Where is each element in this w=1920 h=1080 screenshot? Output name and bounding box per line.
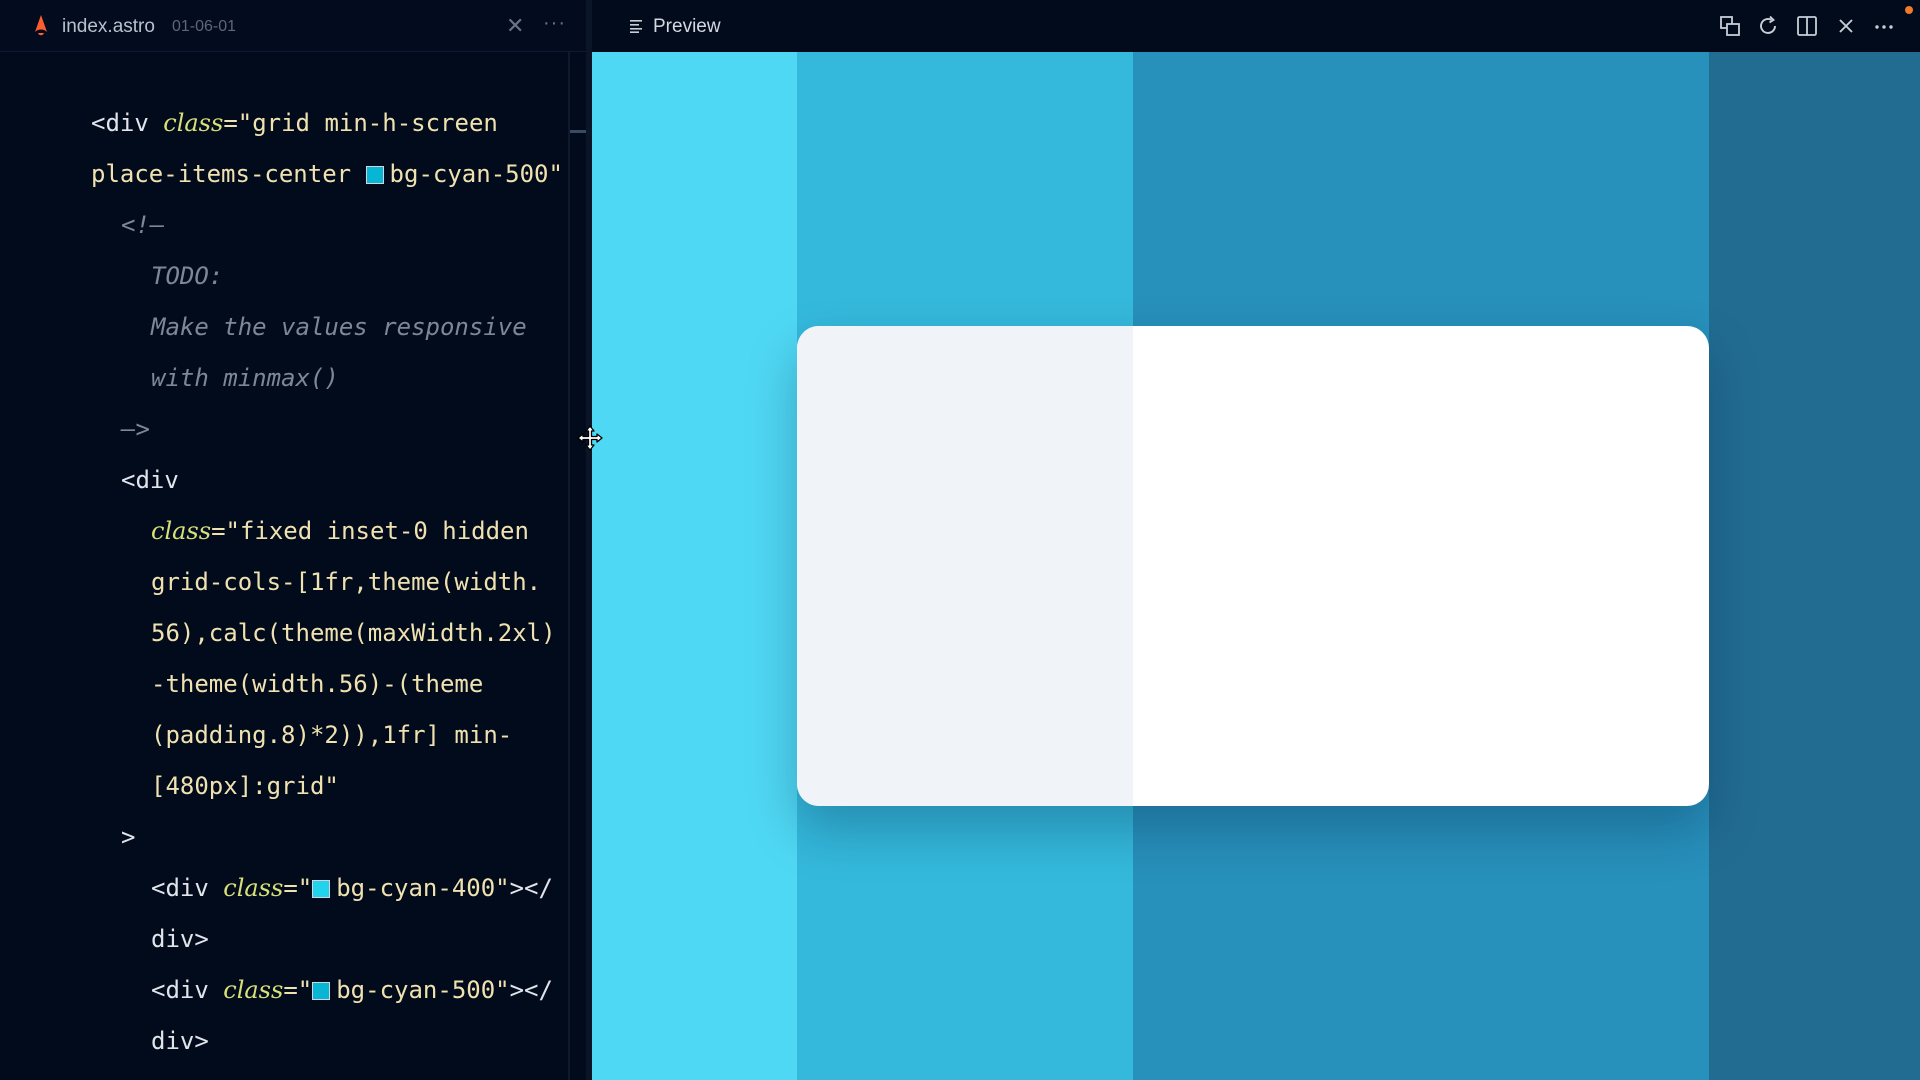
code-line[interactable]: <div class=" bg-cyan-400"></ xyxy=(151,863,553,914)
code-token: class xyxy=(151,517,212,545)
code-token: class xyxy=(223,874,284,902)
close-icon[interactable] xyxy=(1834,14,1858,38)
color-swatch xyxy=(312,880,331,898)
code-token: <div xyxy=(151,976,224,1004)
editor-tab-bar: index.astro 01-06-01 ✕ ··· xyxy=(0,0,590,52)
notification-dot xyxy=(1905,6,1913,14)
code-area[interactable]: <div class="grid min-h-screen place-items… xyxy=(0,52,570,1080)
code-token: -theme(width.56)-(theme xyxy=(151,670,484,698)
preview-toolbar: Preview xyxy=(592,0,1920,52)
tab-meta: 01-06-01 xyxy=(172,18,237,35)
code-token: ="fixed inset-0 hidden xyxy=(211,517,529,545)
split-view-icon[interactable] xyxy=(1795,14,1819,38)
code-token: bg-cyan-500" xyxy=(389,160,563,188)
code-token: —> xyxy=(121,415,150,443)
preview-pane: Preview xyxy=(592,0,1920,1080)
code-line[interactable]: -theme(width.56)-(theme xyxy=(151,659,483,710)
code-line[interactable]: <div class=" bg-cyan-500"></ xyxy=(151,965,553,1016)
code-line[interactable]: <div class="grid min-h-screen xyxy=(91,98,498,149)
column-cyan-400 xyxy=(592,52,797,1080)
code-line[interactable]: with minmax() xyxy=(151,353,339,404)
open-external-icon[interactable] xyxy=(1718,14,1742,38)
code-line[interactable]: (padding.8)*2)),1fr] min- xyxy=(151,710,512,761)
code-line[interactable]: grid-cols-[1fr,theme(width. xyxy=(151,557,541,608)
code-token: class xyxy=(163,109,224,137)
column-cyan-700 xyxy=(1709,52,1920,1080)
color-swatch xyxy=(312,982,331,1000)
scrollbar-thumb[interactable] xyxy=(570,130,586,133)
scrollbar-track[interactable] xyxy=(568,52,570,1080)
code-line[interactable]: > xyxy=(121,812,135,863)
code-token: (padding.8)*2)),1fr] min- xyxy=(151,721,513,749)
code-line[interactable]: 56),calc(theme(maxWidth.2xl) xyxy=(151,608,556,659)
more-icon[interactable] xyxy=(1872,14,1896,38)
code-line[interactable]: Make the values responsive xyxy=(151,302,527,353)
more-icon[interactable]: ··· xyxy=(543,12,566,35)
close-tab-icon[interactable]: ✕ xyxy=(506,13,524,39)
code-token: ></ xyxy=(509,874,553,902)
code-token: Make the values responsive xyxy=(151,313,527,341)
code-token: <!— xyxy=(121,211,165,239)
code-token: <div xyxy=(151,874,224,902)
preview-canvas[interactable] xyxy=(592,52,1920,1080)
code-line[interactable]: class="fixed inset-0 hidden xyxy=(151,506,529,557)
code-line[interactable]: div> xyxy=(151,1016,209,1067)
color-swatch xyxy=(365,166,384,184)
code-token: <div xyxy=(91,109,164,137)
code-token: 56),calc(theme(maxWidth.2xl) xyxy=(151,619,556,647)
code-token: bg-cyan-500" xyxy=(336,976,510,1004)
code-token: place-items-center xyxy=(91,160,366,188)
refresh-icon[interactable] xyxy=(1756,14,1780,38)
code-line[interactable]: <!— xyxy=(121,200,164,251)
card-sidebar xyxy=(797,326,1133,806)
code-token: bg-cyan-400" xyxy=(336,874,510,902)
preview-title: Preview xyxy=(653,16,721,37)
code-line[interactable]: —> xyxy=(121,404,150,455)
code-token: class xyxy=(223,976,284,1004)
code-token: > xyxy=(121,823,136,851)
code-token: div> xyxy=(151,1027,209,1055)
tab-filename: index.astro xyxy=(62,16,155,37)
preview-card xyxy=(797,326,1709,806)
code-token: with minmax() xyxy=(151,364,339,392)
code-token: TODO: xyxy=(151,262,224,290)
move-cursor-icon xyxy=(577,425,603,451)
code-token: ></ xyxy=(509,976,553,1004)
code-token: =" xyxy=(283,874,313,902)
code-token: grid-cols-[1fr,theme(width. xyxy=(151,568,542,596)
code-editor-pane[interactable]: index.astro 01-06-01 ✕ ··· <div class="g… xyxy=(0,0,590,1080)
code-line[interactable]: TODO: xyxy=(151,251,223,302)
code-line[interactable]: div> xyxy=(151,914,209,965)
astro-file-icon xyxy=(35,15,47,36)
list-lines-icon xyxy=(630,20,642,33)
code-token: div> xyxy=(151,925,209,953)
code-token: =" xyxy=(283,976,313,1004)
code-line[interactable]: [480px]:grid" xyxy=(151,761,339,812)
code-token: ="grid min-h-screen xyxy=(223,109,498,137)
code-token: [480px]:grid" xyxy=(151,772,339,800)
code-token: <div xyxy=(121,466,179,494)
code-line[interactable]: <div xyxy=(121,455,179,506)
code-line[interactable]: place-items-center bg-cyan-500" xyxy=(91,149,563,200)
